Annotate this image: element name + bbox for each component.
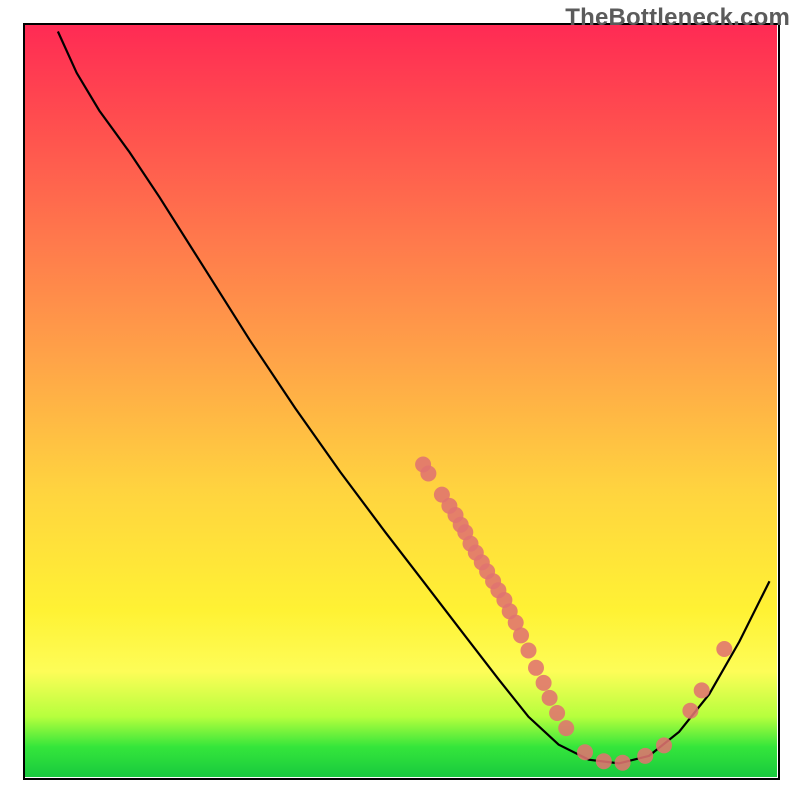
data-marker [637, 748, 653, 764]
data-marker [716, 641, 732, 657]
chart-svg [24, 24, 777, 777]
data-marker [420, 466, 436, 482]
data-marker [513, 627, 529, 643]
data-marker [577, 744, 593, 760]
data-marker [694, 682, 710, 698]
data-marker [528, 660, 544, 676]
data-marker [542, 690, 558, 706]
watermark-text: TheBottleneck.com [565, 4, 790, 32]
data-marker [682, 703, 698, 719]
data-marker [549, 705, 565, 721]
data-marker [596, 753, 612, 769]
data-marker [656, 737, 672, 753]
chart-container: TheBottleneck.com [0, 0, 800, 800]
data-marker [615, 755, 631, 771]
data-marker [521, 643, 537, 659]
data-marker [536, 675, 552, 691]
data-marker [558, 720, 574, 736]
bottleneck-curve [58, 32, 770, 764]
